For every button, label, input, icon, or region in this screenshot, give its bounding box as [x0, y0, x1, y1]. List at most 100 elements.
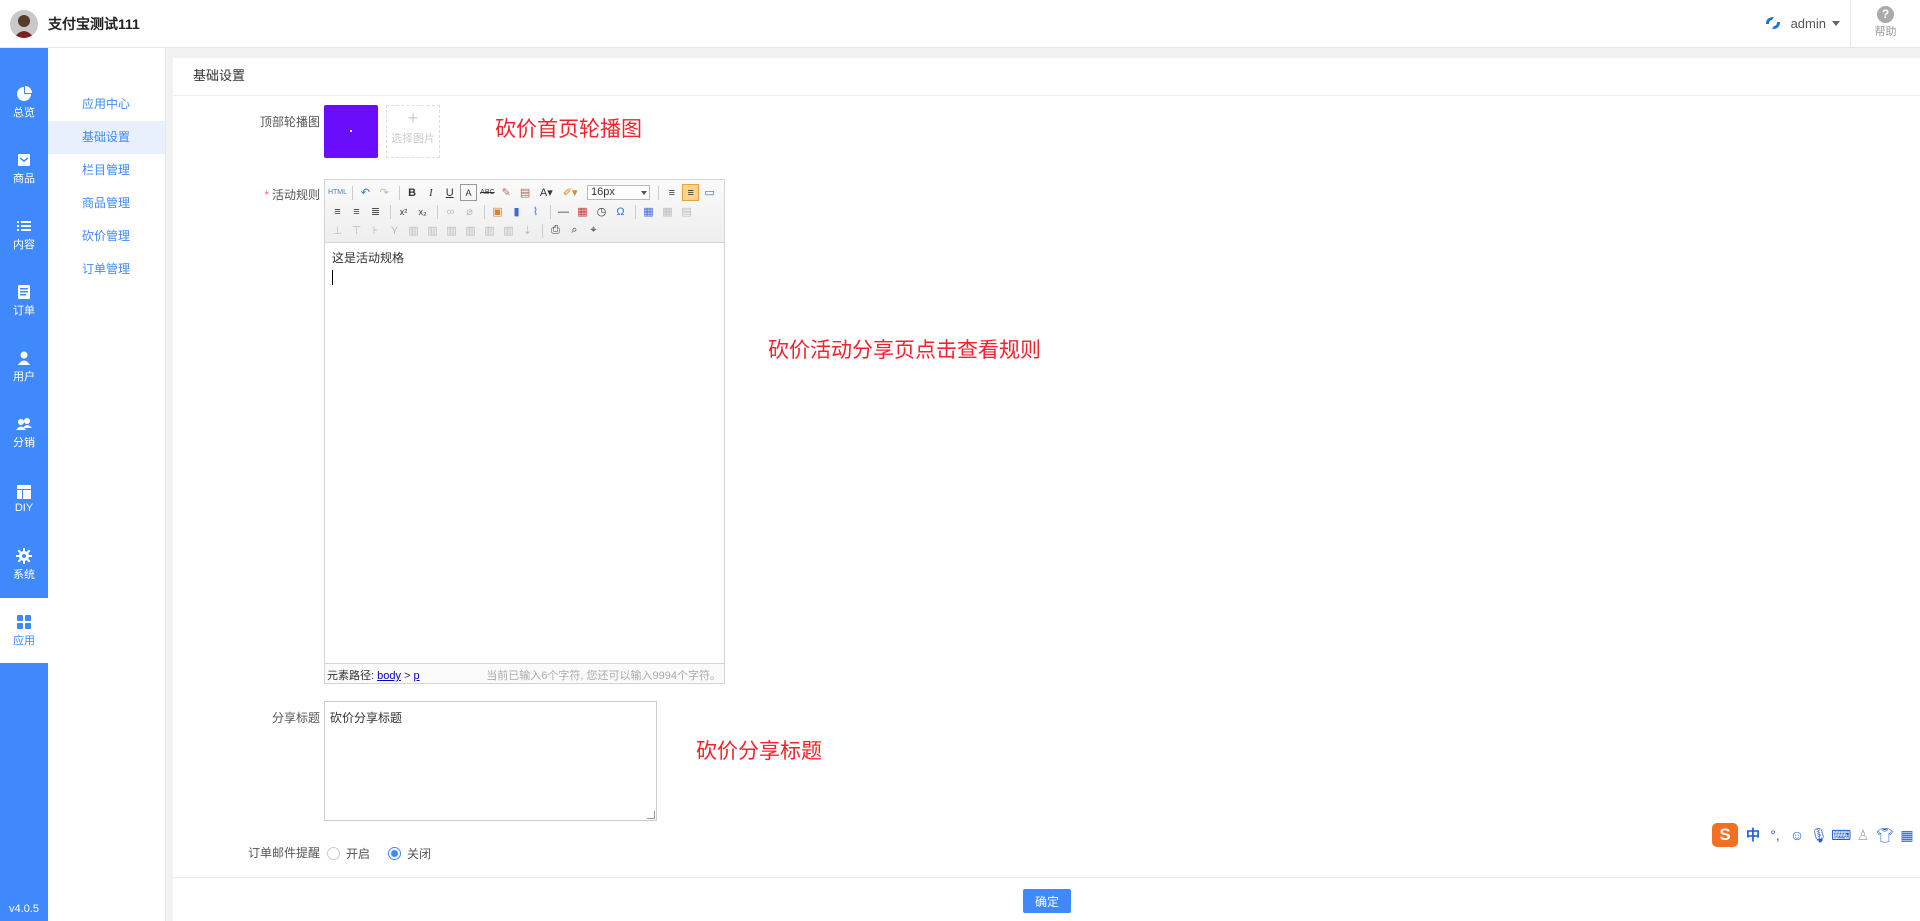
horizontal-rule-icon[interactable]: —	[555, 203, 572, 220]
radio-on-label: 开启	[346, 847, 371, 861]
merge-right-icon[interactable]: ▥	[405, 222, 422, 239]
nav-item-content[interactable]: 内容	[0, 202, 48, 268]
split-rows-icon[interactable]: ▥	[462, 222, 479, 239]
nav-label: 订单	[13, 305, 35, 317]
format-painter-icon[interactable]: ▤	[517, 184, 534, 201]
indent-icon[interactable]: ≡	[663, 184, 680, 201]
sub-item-orders[interactable]: 订单管理	[48, 253, 165, 286]
attachment-icon[interactable]: ⌇	[527, 203, 544, 220]
keyboard-icon[interactable]: ⌨	[1831, 825, 1851, 845]
nav-item-goods[interactable]: 商品	[0, 136, 48, 202]
insert-col-icon[interactable]: ⊦	[367, 222, 384, 239]
sub-item-columns[interactable]: 栏目管理	[48, 154, 165, 187]
delete-col-icon[interactable]: Y	[386, 222, 403, 239]
editor-statusbar: 元素路径: body > p 当前已输入6个字符, 您还可以输入9994个字符。	[325, 663, 724, 683]
radio-off[interactable]	[388, 847, 402, 860]
font-size-select[interactable]: 16px	[587, 185, 651, 200]
align-center-icon[interactable]: ≡	[329, 203, 346, 220]
preview-icon[interactable]: ▭	[701, 184, 718, 201]
sub-item-bargain[interactable]: 砍价管理	[48, 220, 165, 253]
punctuation-icon[interactable]: °,	[1765, 825, 1785, 845]
link-icon[interactable]: ∞	[442, 203, 459, 220]
user-menu[interactable]: admin	[1763, 14, 1840, 32]
insert-row-icon[interactable]: ⊥	[329, 222, 346, 239]
split-cols-icon[interactable]: ▥	[481, 222, 498, 239]
primary-nav: 总览 商品 内容 订单 用户 分销 DIY 系统 应用	[0, 48, 48, 664]
nav-item-apps[interactable]: 应用	[0, 598, 48, 664]
version-label: v4.0.5	[9, 903, 39, 915]
underline-icon[interactable]: U	[441, 184, 458, 201]
radio-off-label: 关闭	[407, 847, 432, 861]
subscript-icon[interactable]: x₂	[414, 203, 431, 220]
merge-down-icon[interactable]: ▥	[424, 222, 441, 239]
emoji-icon[interactable]: ☺	[1787, 825, 1807, 845]
grid-menu-icon[interactable]: ▦	[1897, 825, 1917, 845]
layout-icon	[17, 485, 31, 499]
text-cursor	[332, 270, 333, 285]
highlight-icon[interactable]: ✐▾	[559, 184, 581, 201]
delete-table-icon[interactable]: ▦	[659, 203, 676, 220]
split-cells-icon[interactable]: ▥	[443, 222, 460, 239]
sub-item-goods[interactable]: 商品管理	[48, 187, 165, 220]
nav-item-system[interactable]: 系统	[0, 532, 48, 598]
skin-icon[interactable]: 👕︎	[1875, 825, 1895, 845]
sub-item-basic-settings[interactable]: 基础设置	[48, 121, 165, 154]
pick-image-button[interactable]: + 选择图片	[386, 105, 440, 158]
nav-item-distribution[interactable]: 分销	[0, 400, 48, 466]
redo-icon[interactable]: ↷	[376, 184, 393, 201]
search-replace-icon[interactable]: ⌖	[585, 222, 602, 239]
share-title-textarea[interactable]: 砍价分享标题	[324, 701, 657, 821]
help-label: 帮助	[1874, 26, 1897, 38]
date-icon[interactable]: ▦	[574, 203, 591, 220]
superscript-icon[interactable]: x²	[395, 203, 412, 220]
delete-row-icon[interactable]: ⊤	[348, 222, 365, 239]
font-border-icon[interactable]: A	[460, 184, 477, 201]
microphone-icon[interactable]: 🎙︎	[1809, 825, 1829, 845]
nav-item-orders[interactable]: 订单	[0, 268, 48, 334]
bold-icon[interactable]: B	[404, 184, 421, 201]
unlink-icon[interactable]: ⌀	[461, 203, 478, 220]
table-icon[interactable]: ▦	[640, 203, 657, 220]
font-color-icon[interactable]: A▾	[535, 184, 557, 201]
image-icon[interactable]: ▣	[489, 203, 506, 220]
merge-cells-icon[interactable]: ▤	[678, 203, 695, 220]
italic-icon[interactable]: I	[422, 184, 439, 201]
time-icon[interactable]: ◷	[593, 203, 610, 220]
print-icon[interactable]: ⎙	[547, 222, 564, 239]
video-icon[interactable]: ▮	[508, 203, 525, 220]
editor-text: 这是活动规格	[332, 251, 405, 265]
justify-icon[interactable]: ≣	[367, 203, 384, 220]
path-body-link[interactable]: body	[377, 670, 401, 682]
paste-icon[interactable]: ⇣	[519, 222, 536, 239]
html-source-icon[interactable]: HTML	[328, 184, 347, 201]
sogou-logo-icon[interactable]: S	[1712, 823, 1738, 847]
resize-handle[interactable]	[647, 811, 655, 819]
special-char-icon[interactable]: Ω	[612, 203, 629, 220]
rules-label: * 活动规则	[170, 186, 320, 203]
avatar[interactable]	[10, 10, 38, 38]
path-p-link[interactable]: p	[414, 670, 420, 682]
undo-icon[interactable]: ↶	[357, 184, 374, 201]
sub-item-app-center[interactable]: 应用中心	[48, 88, 165, 121]
inbox-icon	[18, 154, 30, 166]
confirm-button[interactable]: 确定	[1023, 889, 1071, 913]
strikethrough-icon[interactable]: ABC	[479, 184, 496, 201]
editor-content[interactable]: 这是活动规格	[325, 243, 724, 663]
eraser-icon[interactable]: ✎	[498, 184, 515, 201]
nav-item-users[interactable]: 用户	[0, 334, 48, 400]
nav-label: 内容	[13, 239, 35, 251]
align-right-icon[interactable]: ≡	[348, 203, 365, 220]
help-button[interactable]: ? 帮助	[1850, 0, 1920, 48]
ime-mode[interactable]: 中	[1743, 825, 1763, 845]
user-icon[interactable]: ♙	[1853, 825, 1873, 845]
nav-item-diy[interactable]: DIY	[0, 466, 48, 532]
logo-icon	[1765, 17, 1780, 29]
radio-on[interactable]	[327, 847, 340, 860]
table-props-icon[interactable]: ▥	[500, 222, 517, 239]
page-title: 基础设置	[173, 58, 1920, 96]
align-left-icon[interactable]: ≡	[682, 184, 700, 201]
nav-item-overview[interactable]: 总览	[0, 70, 48, 136]
ime-toolbar: S 中 °, ☺ 🎙︎ ⌨ ♙ 👕︎ ▦	[1712, 821, 1920, 849]
banner-thumbnail[interactable]	[324, 105, 378, 158]
zoom-icon[interactable]: ⌕	[566, 222, 583, 239]
